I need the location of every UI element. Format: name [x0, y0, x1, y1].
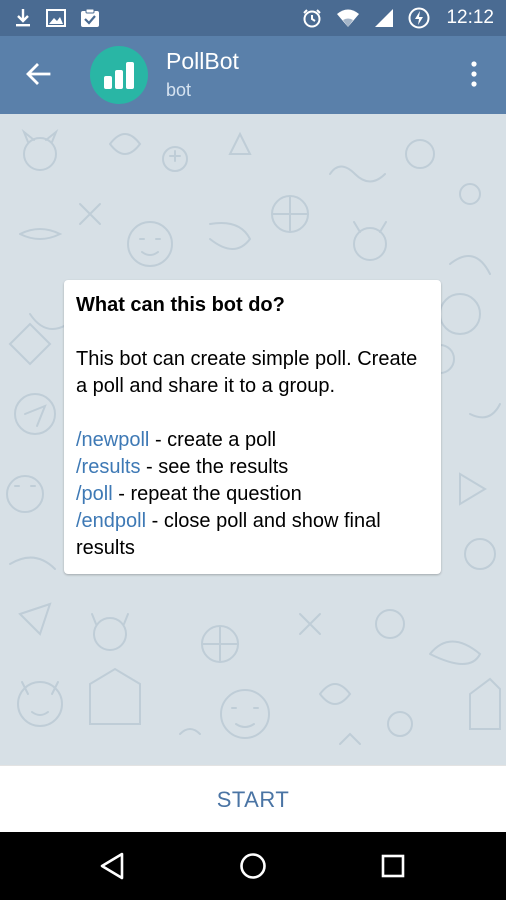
nav-home-button[interactable]: [233, 846, 273, 886]
bot-info-card: What can this bot do? This bot can creat…: [64, 280, 441, 574]
image-icon: [46, 9, 66, 27]
command-link-results[interactable]: /results: [76, 456, 140, 478]
arrow-back-icon: [26, 63, 51, 85]
chat-subtitle: bot: [166, 80, 192, 100]
wifi-icon: [337, 9, 360, 27]
chat-title[interactable]: PollBot: [166, 48, 239, 75]
start-button[interactable]: START: [211, 786, 296, 814]
status-left-icons: [14, 8, 100, 28]
command-item: /results - see the results: [76, 454, 429, 481]
command-text: - create a poll: [149, 429, 277, 451]
clipboard-check-icon: [81, 8, 99, 27]
system-nav-bar: [0, 832, 506, 900]
chat-header: PollBot bot: [0, 36, 506, 114]
status-bar: 12:12: [0, 0, 506, 36]
nav-back-button[interactable]: [92, 846, 132, 886]
download-icon: [16, 9, 30, 27]
command-list: /newpoll - create a poll /results - see …: [76, 427, 429, 562]
recents-square-icon: [381, 854, 405, 878]
back-triangle-icon: [100, 852, 124, 880]
signal-icon: [375, 9, 394, 27]
chat-area: What can this bot do? This bot can creat…: [0, 114, 506, 765]
battery-charging-icon: [408, 7, 430, 29]
card-title: What can this bot do?: [76, 294, 285, 316]
status-right-icons: 12:12: [302, 7, 494, 29]
command-item: /newpoll - create a poll: [76, 427, 429, 454]
back-button[interactable]: [20, 56, 56, 92]
more-vertical-icon: [471, 61, 477, 87]
nav-recents-button[interactable]: [373, 846, 413, 886]
card-description: This bot can create simple poll. Create …: [76, 348, 418, 397]
command-item: /endpoll - close poll and show final res…: [76, 508, 429, 562]
command-link-newpoll[interactable]: /newpoll: [76, 429, 149, 451]
command-link-endpoll[interactable]: /endpoll: [76, 510, 146, 532]
command-text: - see the results: [140, 456, 289, 478]
start-bar: START: [0, 765, 506, 833]
alarm-icon: [303, 9, 322, 28]
command-text: - repeat the question: [112, 483, 302, 505]
avatar[interactable]: [90, 46, 148, 104]
home-circle-icon: [240, 853, 266, 879]
command-item: /poll - repeat the question: [76, 481, 429, 508]
command-link-poll[interactable]: /poll: [76, 483, 113, 505]
status-time: 12:12: [446, 7, 494, 28]
overflow-menu-button[interactable]: [462, 56, 486, 92]
poll-chart-icon: [104, 62, 134, 89]
